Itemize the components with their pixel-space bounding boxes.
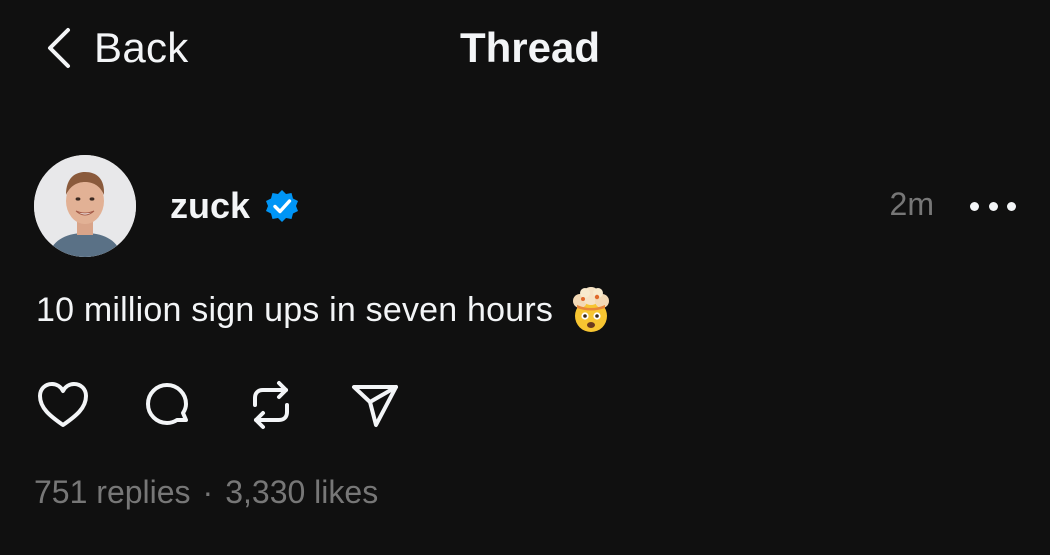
send-icon <box>352 385 398 427</box>
like-button[interactable] <box>34 376 92 434</box>
author-row: zuck <box>170 184 300 228</box>
repost-button[interactable] <box>242 376 300 434</box>
reply-button[interactable] <box>138 376 196 434</box>
verified-badge-icon <box>264 188 300 224</box>
profile-photo <box>34 155 136 257</box>
page-title: Thread <box>459 24 601 71</box>
dot-icon <box>1007 201 1016 211</box>
likes-count-link[interactable]: 3,330 likes <box>225 474 378 511</box>
post-actions <box>34 376 404 434</box>
comment-icon <box>146 383 188 425</box>
heart-icon <box>38 382 88 427</box>
share-button[interactable] <box>346 376 404 434</box>
more-options-button[interactable] <box>970 192 1016 220</box>
stats-separator: · <box>202 474 214 510</box>
username[interactable]: zuck <box>170 185 250 227</box>
post-text: 10 million sign ups in seven hours <box>36 290 554 329</box>
post-timestamp: 2m <box>889 186 934 222</box>
dot-icon <box>988 201 998 211</box>
post-stats: 751 replies · 3,330 likes <box>34 474 378 511</box>
post-body: 10 million sign ups in seven hours <box>36 286 615 334</box>
exploding-head-emoji-icon <box>567 286 615 334</box>
avatar[interactable] <box>34 155 136 257</box>
thread-screen: Back Thread zuck 2m 10 million sign ups … <box>0 0 1050 555</box>
replies-count-link[interactable]: 751 replies <box>34 474 191 511</box>
dot-icon <box>970 201 979 211</box>
repost-icon <box>253 381 289 429</box>
